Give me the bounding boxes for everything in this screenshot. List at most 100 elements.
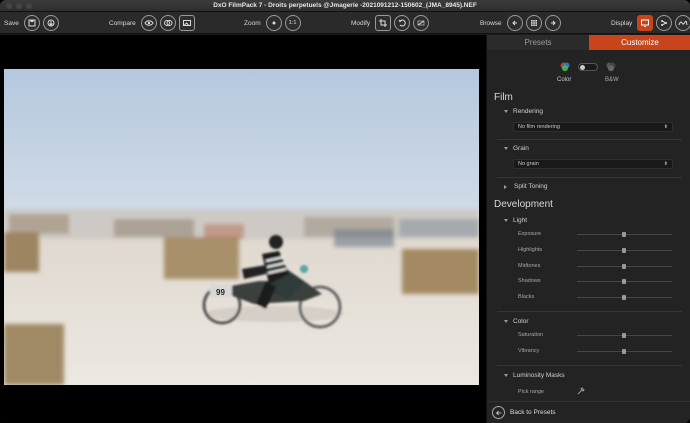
display-label: Display (611, 19, 633, 27)
next-image-button[interactable] (544, 15, 561, 31)
divider (497, 311, 682, 312)
expanded-caret-icon (504, 110, 508, 113)
light-header[interactable]: Light (504, 217, 527, 224)
display-group: Display (611, 15, 690, 31)
browse-label: Browse (480, 19, 502, 27)
midtones-label: Midtones (518, 263, 541, 269)
rendering-header[interactable]: Rendering (504, 108, 543, 115)
save-icon (28, 19, 36, 27)
arrow-left-icon (511, 20, 517, 26)
color-mode-label: Color (557, 77, 572, 83)
modify-group: Modify (351, 15, 430, 31)
crop-button[interactable] (375, 15, 392, 31)
image-viewer[interactable]: 99 (0, 35, 486, 423)
saturation-knob[interactable] (622, 333, 626, 338)
split-toning-header[interactable]: Split Toning (504, 183, 548, 190)
straighten-button[interactable] (413, 15, 430, 31)
bw-mode-label: B&W (605, 77, 619, 83)
save-label: Save (4, 19, 19, 27)
grain-label: Grain (513, 145, 529, 152)
color-label: Color (513, 318, 529, 325)
divider (497, 177, 682, 178)
rotate-button[interactable] (394, 15, 411, 31)
grid-view-button[interactable] (525, 15, 542, 31)
close-window-button[interactable] (6, 3, 12, 9)
save-button[interactable] (23, 15, 40, 31)
bw-wheel-icon (606, 62, 616, 72)
back-to-presets-label[interactable]: Back to Presets (510, 409, 556, 416)
compare-side-button[interactable] (178, 15, 195, 31)
color-header[interactable]: Color (504, 318, 529, 325)
expanded-caret-icon (504, 374, 508, 377)
panel-footer: Back to Presets (487, 401, 690, 423)
display-panel-button[interactable] (637, 15, 654, 31)
mode-toggle[interactable] (578, 63, 598, 71)
display-overlay-button[interactable] (656, 15, 673, 31)
color-wheel-icon (560, 62, 570, 72)
monitor-icon (641, 19, 650, 27)
rotate-icon (398, 19, 406, 27)
vibrancy-label: Vibrancy (518, 348, 540, 354)
highlights-slider[interactable] (577, 248, 672, 253)
grain-header[interactable]: Grain (504, 145, 529, 152)
rendering-label: Rendering (513, 108, 543, 115)
vibrancy-knob[interactable] (622, 349, 626, 354)
zoom-group: Zoom 1:1 (244, 15, 301, 31)
display-histogram-button[interactable] (675, 15, 690, 31)
highlights-knob[interactable] (622, 248, 626, 253)
development-section-title: Development (494, 199, 553, 210)
grid-icon (530, 20, 537, 26)
exposure-label: Exposure (518, 231, 542, 237)
photo-canvas[interactable]: 99 (4, 69, 479, 385)
expanded-caret-icon (504, 147, 508, 150)
zoom-label: Zoom (244, 19, 261, 27)
split-view-icon (163, 20, 173, 26)
exposure-knob[interactable] (622, 232, 626, 237)
minimize-window-button[interactable] (16, 3, 22, 9)
app-window: DxO FilmPack 7 - Droits perpetuels @Jmag… (0, 0, 690, 423)
side-by-side-icon (182, 20, 191, 26)
tab-customize[interactable]: Customize (589, 35, 690, 50)
collapsed-caret-icon (504, 184, 509, 189)
zoom-100-button[interactable]: 1:1 (284, 15, 301, 31)
network-icon (661, 20, 668, 26)
browse-group: Browse (480, 15, 561, 31)
pick-range-label: Pick range (518, 389, 544, 395)
vibrancy-slider[interactable] (577, 349, 672, 354)
rendering-select[interactable]: No film rendering ⬍ (513, 122, 673, 132)
tab-presets[interactable]: Presets (487, 35, 589, 50)
histogram-icon (678, 20, 688, 26)
luminosity-masks-header[interactable]: Luminosity Masks (504, 372, 565, 379)
compare-split-button[interactable] (159, 15, 176, 31)
exposure-slider[interactable] (577, 232, 672, 237)
eyedropper-icon[interactable] (577, 387, 585, 395)
light-label: Light (513, 217, 528, 224)
straighten-icon (417, 20, 425, 26)
export-button[interactable] (42, 15, 59, 31)
shadows-label: Shadows (518, 278, 541, 284)
color-bw-switch[interactable]: Color B&W (557, 62, 627, 85)
crop-icon (379, 19, 388, 27)
compare-eye-button[interactable] (140, 15, 157, 31)
back-to-presets-button[interactable] (492, 406, 505, 419)
blacks-knob[interactable] (622, 295, 626, 300)
saturation-slider[interactable] (577, 333, 672, 338)
midtones-knob[interactable] (622, 264, 626, 269)
title-bar: DxO FilmPack 7 - Droits perpetuels @Jmag… (0, 0, 690, 12)
zoom-window-button[interactable] (26, 3, 32, 9)
split-toning-label: Split Toning (514, 183, 548, 190)
grain-select[interactable]: No grain ⬍ (513, 159, 673, 169)
film-section-title: Film (494, 92, 513, 103)
export-icon (47, 19, 55, 27)
previous-image-button[interactable] (506, 15, 523, 31)
shadows-slider[interactable] (577, 279, 672, 284)
rendering-value: No film rendering (518, 124, 560, 130)
grain-value: No grain (518, 161, 539, 167)
window-controls (6, 3, 32, 9)
zoom-fit-button[interactable] (265, 15, 282, 31)
race-number: 99 (216, 288, 225, 297)
zoom-fit-icon (272, 21, 276, 25)
shadows-knob[interactable] (622, 279, 626, 284)
midtones-slider[interactable] (577, 264, 672, 269)
blacks-slider[interactable] (577, 295, 672, 300)
